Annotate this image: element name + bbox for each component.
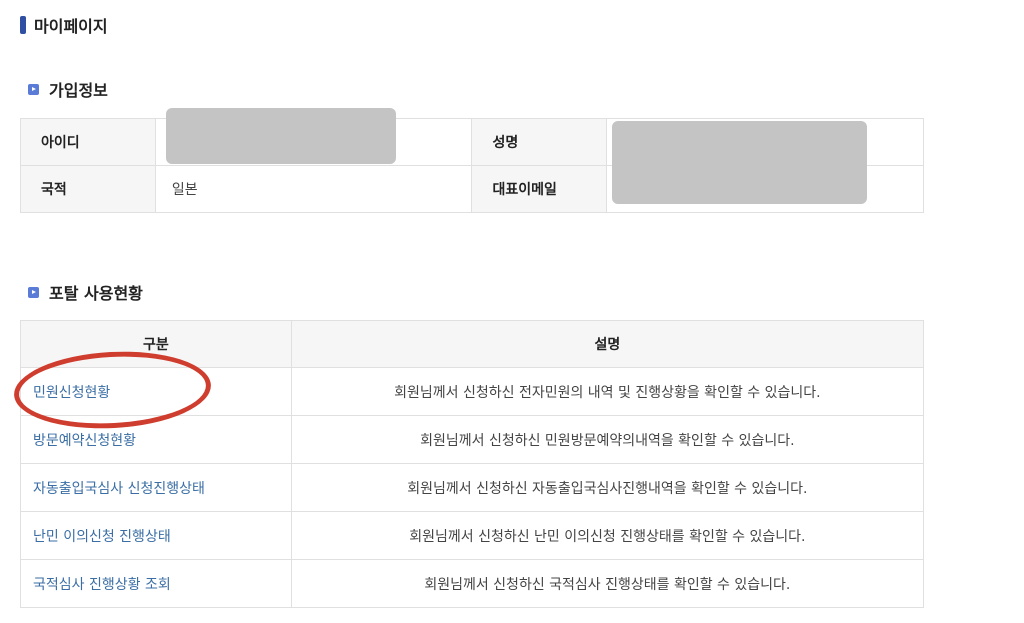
portal-usage-heading-text: 포탈 사용현황 [49, 284, 143, 303]
row-description: 회원님께서 신청하신 민원방문예약의내역을 확인할 수 있습니다. [290, 415, 925, 464]
bullet-arrow-icon [28, 83, 39, 95]
page-title-text: 마이페이지 [34, 17, 108, 36]
row-description: 회원님께서 신청하신 자동출입국심사진행내역을 확인할 수 있습니다. [290, 463, 925, 512]
email-label: 대표이메일 [471, 165, 608, 213]
title-bar-icon [20, 16, 26, 34]
id-label: 아이디 [20, 118, 156, 166]
nationality-label: 국적 [20, 165, 156, 213]
redacted-name-email-block [612, 121, 867, 204]
name-label: 성명 [471, 118, 608, 166]
signup-info-heading: 가입정보 [28, 78, 108, 100]
column-header-description: 설명 [290, 320, 925, 368]
redacted-id-block [166, 108, 396, 164]
table-row: 난민 이의신청 진행상태 회원님께서 신청하신 난민 이의신청 진행상태를 확인… [20, 511, 925, 560]
signup-info-heading-text: 가입정보 [49, 81, 108, 100]
row-description: 회원님께서 신청하신 국적심사 진행상태를 확인할 수 있습니다. [290, 559, 925, 608]
page-title: 마이페이지 [20, 13, 108, 37]
link-refugee-appeal-status[interactable]: 난민 이의신청 진행상태 [20, 511, 292, 560]
table-row: 자동출입국심사 신청진행상태 회원님께서 신청하신 자동출입국심사진행내역을 확… [20, 463, 925, 512]
row-description: 회원님께서 신청하신 난민 이의신청 진행상태를 확인할 수 있습니다. [290, 511, 925, 560]
row-description: 회원님께서 신청하신 전자민원의 내역 및 진행상황을 확인할 수 있습니다. [290, 367, 925, 416]
table-row: 국적심사 진행상황 조회 회원님께서 신청하신 국적심사 진행상태를 확인할 수… [20, 559, 925, 608]
link-auto-immigration-status[interactable]: 자동출입국심사 신청진행상태 [20, 463, 292, 512]
table-row: 방문예약신청현황 회원님께서 신청하신 민원방문예약의내역을 확인할 수 있습니… [20, 415, 925, 464]
link-nationality-review-status[interactable]: 국적심사 진행상황 조회 [20, 559, 292, 608]
bullet-arrow-icon [28, 286, 39, 298]
nationality-value: 일본 [154, 165, 473, 213]
portal-usage-heading: 포탈 사용현황 [28, 281, 143, 303]
my-page: 마이페이지 가입정보 아이디 성명 국적 일본 대표이메일 포탈 사용현황 구분… [0, 0, 1024, 623]
